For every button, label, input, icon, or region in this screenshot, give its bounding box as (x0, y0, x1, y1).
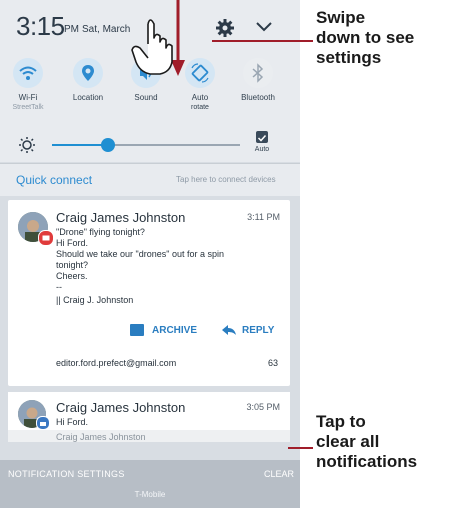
swipe-callout-line-3: settings (316, 48, 382, 67)
swipe-callout-line-1: Swipe (316, 8, 366, 27)
swipe-callout: Swipe down to see settings (316, 8, 414, 68)
swipe-arrow (171, 0, 185, 76)
hand-pointer-icon (131, 19, 173, 75)
clear-callout-line-2: clear all (316, 432, 380, 451)
swipe-callout-line-2: down to see (316, 28, 415, 47)
clear-callout: Tap to clear all notifications (316, 412, 417, 472)
clear-callout-line-3: notifications (316, 452, 418, 471)
clear-callout-line-1: Tap to (316, 412, 366, 431)
